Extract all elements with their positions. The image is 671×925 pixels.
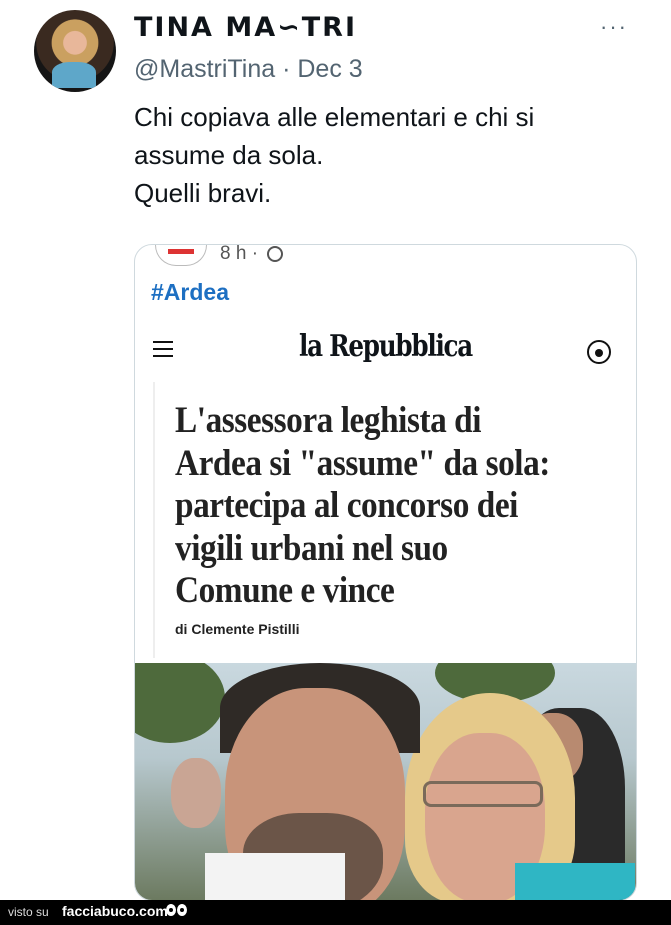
tweet-text-line: Chi copiava alle elementari e chi si: [134, 102, 535, 132]
headline-line: Comune e vince: [175, 570, 395, 611]
divider: [153, 382, 155, 658]
tweet-text-line: assume da sola.: [134, 140, 324, 170]
user-icon: [587, 340, 611, 364]
watermark-prefix: visto su: [8, 905, 49, 919]
avatar[interactable]: [34, 10, 116, 92]
article-headline: L'assessora leghista di Ardea si "assume…: [175, 400, 625, 613]
hashtag-link[interactable]: #Ardea: [151, 279, 229, 306]
headline-line: vigili urbani nel suo: [175, 527, 448, 569]
display-name[interactable]: TINA MA∽TRI: [134, 12, 357, 43]
handle-date[interactable]: @MastriTina · Dec 3: [134, 55, 363, 84]
article-byline: di Clemente Pistilli: [175, 621, 300, 637]
newspaper-brand: la Repubblica: [298, 329, 473, 364]
menu-icon: [153, 341, 173, 357]
article-photo: [135, 663, 636, 900]
tweet-text-line: Quelli bravi.: [134, 178, 272, 208]
more-options-icon[interactable]: ···: [600, 14, 628, 40]
source-logo-icon: [155, 245, 207, 266]
post-time: 8 h ·: [220, 244, 259, 264]
tweet-text: Chi copiava alle elementari e chi si ass…: [134, 98, 654, 212]
embedded-image-card[interactable]: 8 h · #Ardea la Repubblica L'assessora l…: [134, 244, 637, 901]
watermark-bar: visto su facciabuco.com: [0, 900, 671, 925]
headline-line: Ardea si "assume" da sola:: [175, 442, 550, 484]
globe-icon: [267, 246, 283, 262]
watermark-site[interactable]: facciabuco.com: [62, 903, 168, 919]
headline-line: L'assessora leghista di: [175, 400, 482, 441]
headline-line: partecipa al concorso dei: [175, 485, 518, 526]
eyes-icon: [166, 904, 188, 918]
